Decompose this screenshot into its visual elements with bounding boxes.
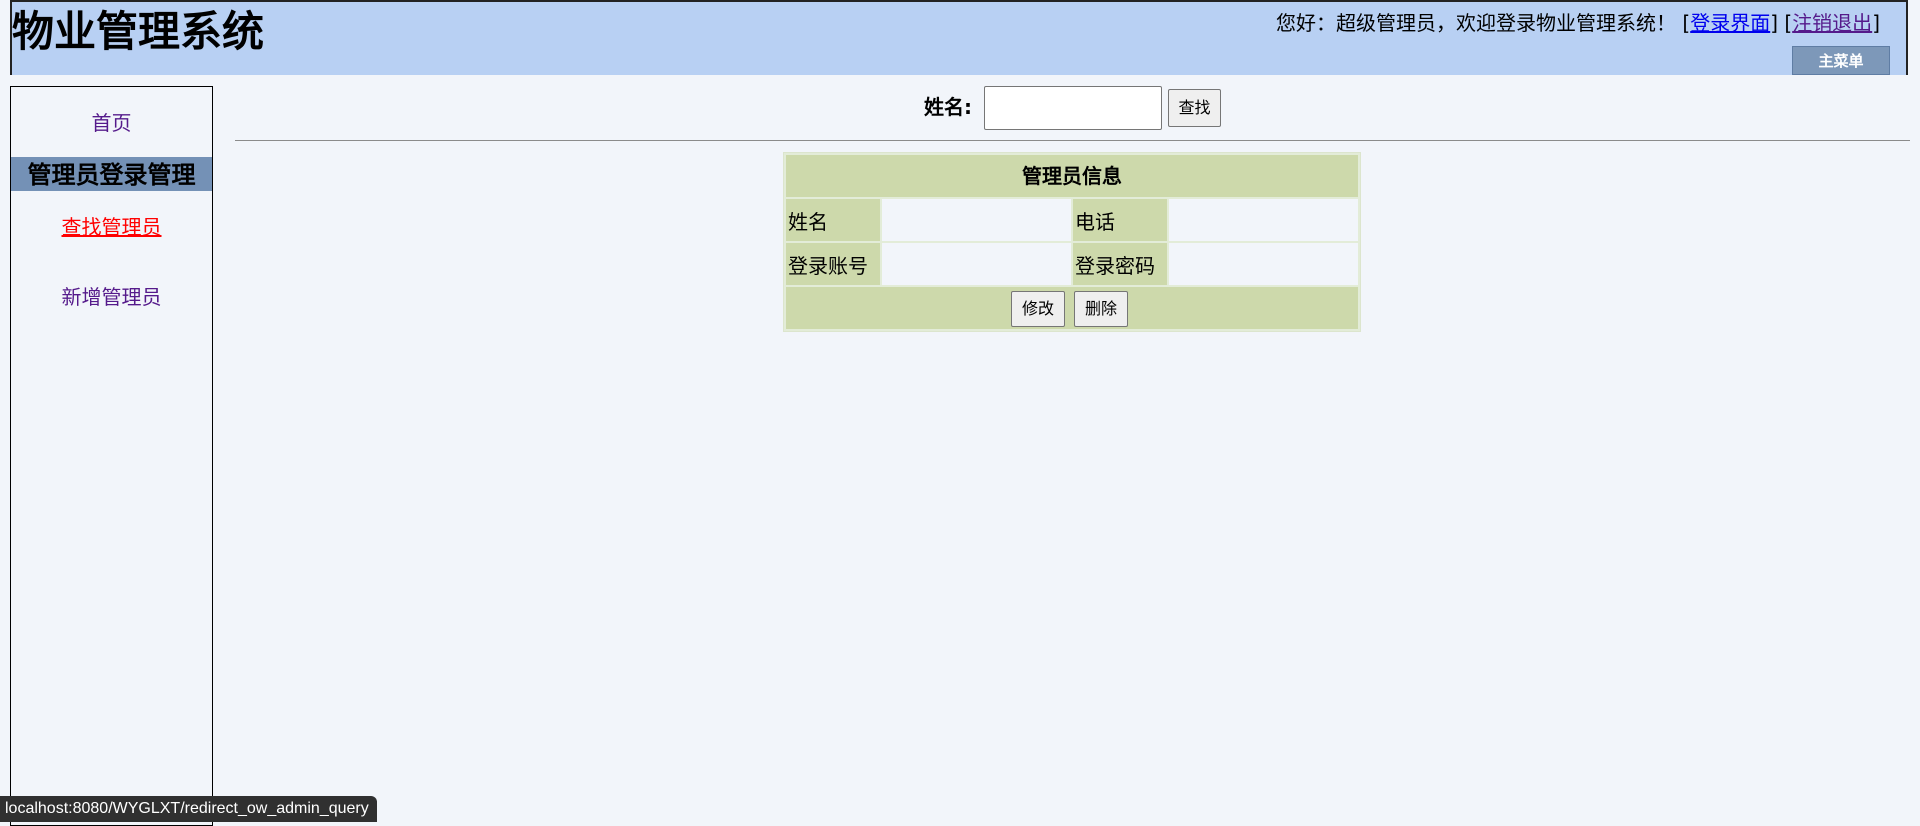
login-link-right-bracket: ] <box>1770 11 1779 35</box>
search-button[interactable]: 查找 <box>1168 89 1221 127</box>
welcome-bar: 您好：超级管理员，欢迎登录物业管理系统！ [登录界面] [注销退出] <box>1276 10 1880 36</box>
logout-link[interactable]: 注销退出 <box>1792 11 1872 35</box>
admin-info-title: 管理员信息 <box>786 155 1358 197</box>
sidebar-menu: 首页 管理员登录管理 查找管理员 新增管理员 <box>10 86 213 826</box>
admin-login-management-section: 管理员登录管理 <box>11 157 212 191</box>
login-password-label: 登录密码 <box>1072 243 1168 285</box>
admin-actions-row: 修改 删除 <box>786 287 1358 329</box>
login-password-value <box>1169 243 1358 285</box>
phone-label: 电话 <box>1072 199 1168 241</box>
login-account-label: 登录账号 <box>786 243 881 285</box>
welcome-message: 您好：超级管理员，欢迎登录物业管理系统！ <box>1276 11 1677 35</box>
name-label: 姓名 <box>786 199 881 241</box>
sidebar-item-find-admin[interactable]: 查找管理员 <box>11 213 212 241</box>
content-divider <box>235 140 1910 141</box>
top-header: 物业管理系统 您好：超级管理员，欢迎登录物业管理系统！ [登录界面] [注销退出… <box>10 0 1908 75</box>
logout-link-right-bracket: ] <box>1872 11 1880 35</box>
admin-info-table: 管理员信息 姓名 电话 登录账号 登录密码 修改 删除 <box>783 152 1361 332</box>
name-search-input[interactable] <box>984 86 1162 130</box>
delete-button[interactable]: 删除 <box>1074 291 1128 327</box>
name-value <box>882 199 1071 241</box>
name-search-label: 姓名: <box>924 95 972 119</box>
app-title: 物业管理系统 <box>12 7 265 56</box>
login-page-link[interactable]: 登录界面 <box>1690 11 1770 35</box>
main-menu-button[interactable]: 主菜单 <box>1792 46 1890 75</box>
edit-button[interactable]: 修改 <box>1011 291 1065 327</box>
sidebar-item-home[interactable]: 首页 <box>11 109 212 137</box>
browser-status-url: localhost:8080/WYGLXT/redirect_ow_admin_… <box>0 796 377 822</box>
login-account-value <box>882 243 1071 285</box>
sidebar-item-add-admin[interactable]: 新增管理员 <box>11 283 212 311</box>
phone-value <box>1169 199 1358 241</box>
